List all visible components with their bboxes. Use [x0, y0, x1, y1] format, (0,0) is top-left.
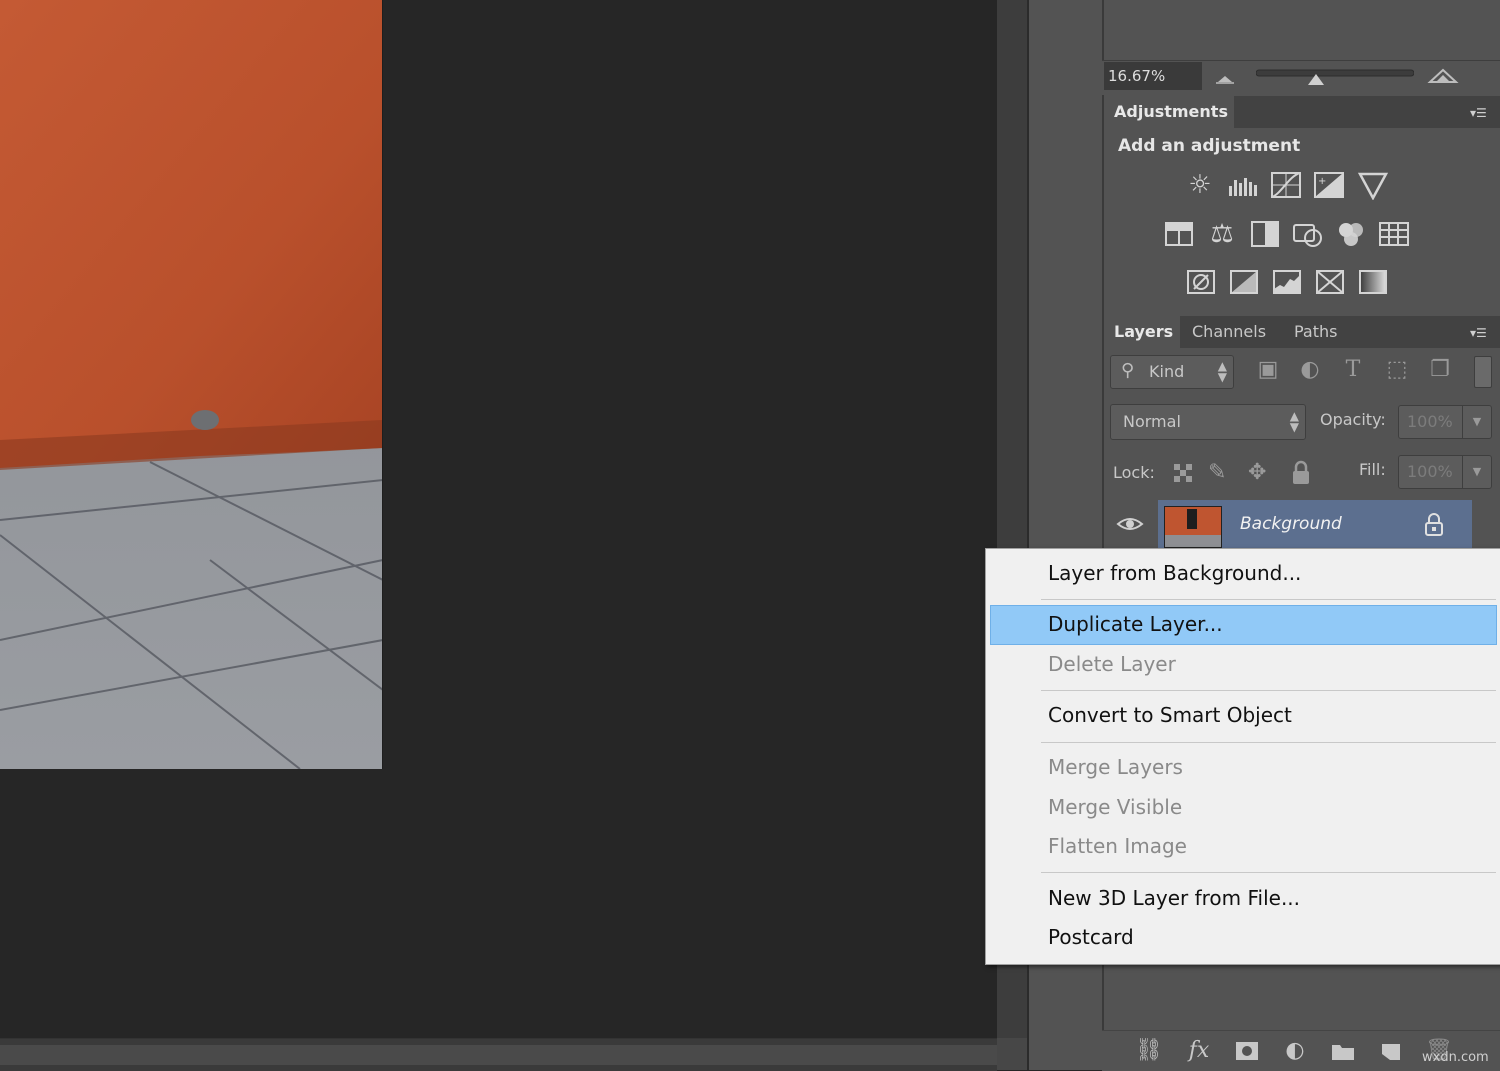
vibrance-icon[interactable]: [1356, 170, 1390, 200]
scrollbar-thumb[interactable]: [0, 1045, 997, 1065]
gradient-map-icon[interactable]: [1356, 267, 1390, 297]
menu-item-new-3d-layer-from-file[interactable]: New 3D Layer from File...: [1048, 880, 1300, 916]
lock-image-pixels-icon[interactable]: ✎: [1208, 460, 1238, 486]
tab-layers[interactable]: Layers: [1104, 316, 1180, 348]
lock-all-icon[interactable]: [1290, 460, 1312, 486]
navigator-preview: [1104, 0, 1500, 60]
filter-pixel-icon[interactable]: ▣: [1254, 356, 1282, 384]
menu-separator: [1041, 872, 1496, 873]
lock-position-icon[interactable]: ✥: [1248, 460, 1274, 486]
blend-mode-label: Normal: [1123, 412, 1181, 431]
layer-context-menu: Layer from Background... Duplicate Layer…: [985, 548, 1500, 965]
fill-value: 100%: [1407, 462, 1453, 481]
photo-filter-icon[interactable]: [1291, 219, 1325, 249]
menu-item-layer-from-background[interactable]: Layer from Background...: [1048, 555, 1301, 591]
panel-menu-icon[interactable]: ▾☰: [1470, 326, 1494, 340]
menu-item-merge-layers[interactable]: Merge Layers: [1048, 749, 1183, 785]
chevron-down-icon[interactable]: ▼: [1462, 456, 1491, 488]
filter-kind-label: Kind: [1149, 362, 1184, 381]
posterize-icon[interactable]: [1227, 267, 1261, 297]
blend-mode-select[interactable]: Normal ▲▼: [1110, 404, 1306, 440]
lock-transparent-pixels-icon[interactable]: [1172, 462, 1194, 484]
invert-icon[interactable]: [1184, 267, 1218, 297]
chevron-down-icon[interactable]: ▼: [1462, 406, 1491, 438]
new-layer-icon[interactable]: [1376, 1038, 1406, 1064]
menu-item-postcard[interactable]: Postcard: [1048, 919, 1134, 955]
menu-item-convert-to-smart-object[interactable]: Convert to Smart Object: [1048, 697, 1292, 733]
filter-shape-icon[interactable]: ⬚: [1383, 356, 1411, 384]
menu-separator: [1041, 599, 1496, 600]
panel-menu-icon[interactable]: ▾☰: [1470, 106, 1494, 120]
threshold-icon[interactable]: [1270, 267, 1304, 297]
add-mask-icon[interactable]: [1232, 1038, 1262, 1064]
levels-icon[interactable]: [1226, 170, 1260, 200]
adjustments-heading: Add an adjustment: [1118, 136, 1300, 156]
chevron-updown-icon: ▲▼: [1290, 411, 1299, 433]
menu-item-duplicate-layer[interactable]: Duplicate Layer...: [1048, 606, 1223, 642]
layer-filter-kind-select[interactable]: ⚲ Kind ▲▼: [1110, 355, 1234, 389]
tab-adjustments[interactable]: Adjustments: [1104, 96, 1234, 128]
black-white-icon[interactable]: [1248, 219, 1282, 249]
fill-field[interactable]: 100% ▼: [1398, 455, 1492, 489]
menu-item-delete-layer[interactable]: Delete Layer: [1048, 646, 1176, 682]
fill-label: Fill:: [1359, 460, 1386, 479]
menu-item-flatten-image[interactable]: Flatten Image: [1048, 828, 1187, 864]
exposure-icon[interactable]: +: [1312, 170, 1346, 200]
menu-separator: [1041, 742, 1496, 743]
watermark: wxdn.com: [1422, 1050, 1489, 1065]
filter-smart-object-icon[interactable]: ❐: [1426, 356, 1454, 384]
new-group-folder-icon[interactable]: [1328, 1038, 1358, 1064]
channel-mixer-icon[interactable]: [1334, 219, 1368, 249]
zoom-slider[interactable]: [1256, 68, 1414, 86]
document-photo: [0, 0, 383, 769]
filter-adjustment-icon[interactable]: ◐: [1296, 356, 1324, 384]
curves-icon[interactable]: [1269, 170, 1303, 200]
opacity-field[interactable]: 100% ▼: [1398, 405, 1492, 439]
search-icon: ⚲: [1121, 360, 1134, 381]
layer-thumbnail[interactable]: [1164, 506, 1222, 548]
selective-color-icon[interactable]: [1313, 267, 1347, 297]
filter-toggle[interactable]: [1474, 356, 1492, 388]
eye-icon[interactable]: [1116, 514, 1144, 534]
new-adjustment-layer-icon[interactable]: ◐: [1280, 1038, 1310, 1064]
zoom-level-field[interactable]: 16.67%: [1104, 62, 1202, 90]
svg-text:+: +: [1318, 176, 1326, 187]
layer-name[interactable]: Background: [1240, 514, 1342, 534]
color-lookup-icon[interactable]: [1377, 219, 1411, 249]
menu-item-merge-visible[interactable]: Merge Visible: [1048, 789, 1182, 825]
tab-paths[interactable]: Paths: [1284, 316, 1354, 348]
hue-saturation-icon[interactable]: [1162, 219, 1196, 249]
adjustments-panel-header: Adjustments ▾☰: [1104, 96, 1500, 128]
filter-type-icon[interactable]: T: [1339, 356, 1367, 384]
lock-label: Lock:: [1113, 463, 1155, 482]
brightness-contrast-icon[interactable]: ☼: [1183, 170, 1217, 200]
scroll-corner: [997, 1038, 1027, 1070]
link-layers-icon[interactable]: ⛓: [1134, 1038, 1164, 1064]
chevron-updown-icon: ▲▼: [1218, 361, 1227, 383]
zoom-out-icon[interactable]: [1214, 68, 1236, 86]
zoom-in-icon[interactable]: [1426, 64, 1460, 86]
layer-style-fx-icon[interactable]: fx: [1184, 1038, 1214, 1064]
opacity-value: 100%: [1407, 412, 1453, 431]
menu-separator: [1041, 690, 1496, 691]
tab-channels[interactable]: Channels: [1182, 316, 1282, 348]
layers-panel-header: Layers Channels Paths ▾☰: [1104, 316, 1500, 348]
horizontal-scrollbar[interactable]: [0, 1038, 997, 1071]
color-balance-icon[interactable]: ⚖: [1205, 219, 1239, 249]
layer-lock-icon[interactable]: [1424, 513, 1444, 537]
opacity-label: Opacity:: [1320, 410, 1386, 429]
